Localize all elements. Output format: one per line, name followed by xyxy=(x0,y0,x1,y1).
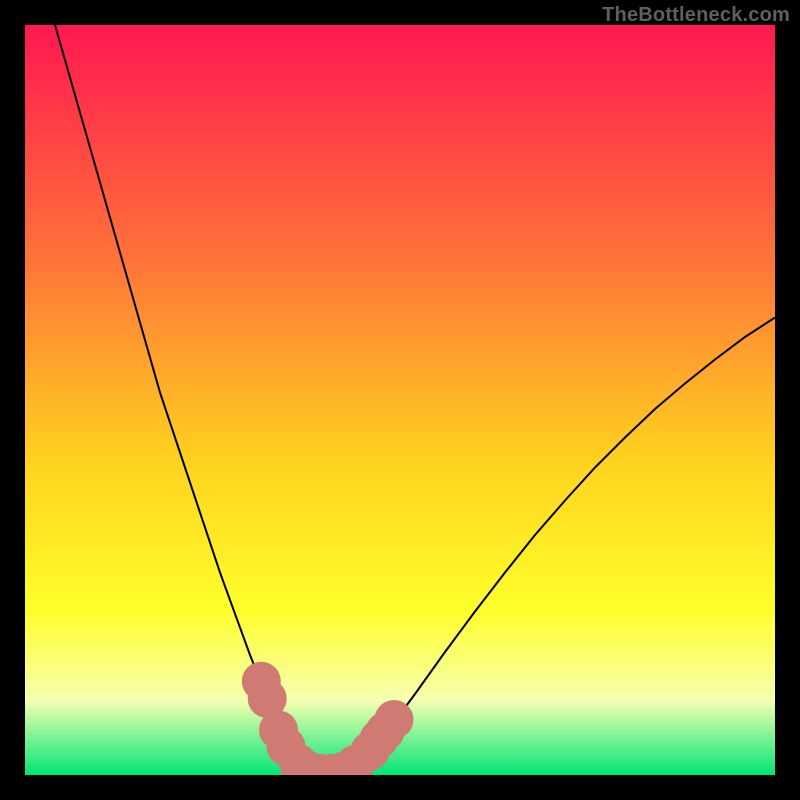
bottleneck-chart xyxy=(25,25,775,775)
plot-area xyxy=(25,25,775,775)
gradient-background xyxy=(25,25,775,775)
watermark-text: TheBottleneck.com xyxy=(602,4,790,27)
data-marker xyxy=(375,700,414,739)
chart-frame: TheBottleneck.com xyxy=(0,0,800,800)
